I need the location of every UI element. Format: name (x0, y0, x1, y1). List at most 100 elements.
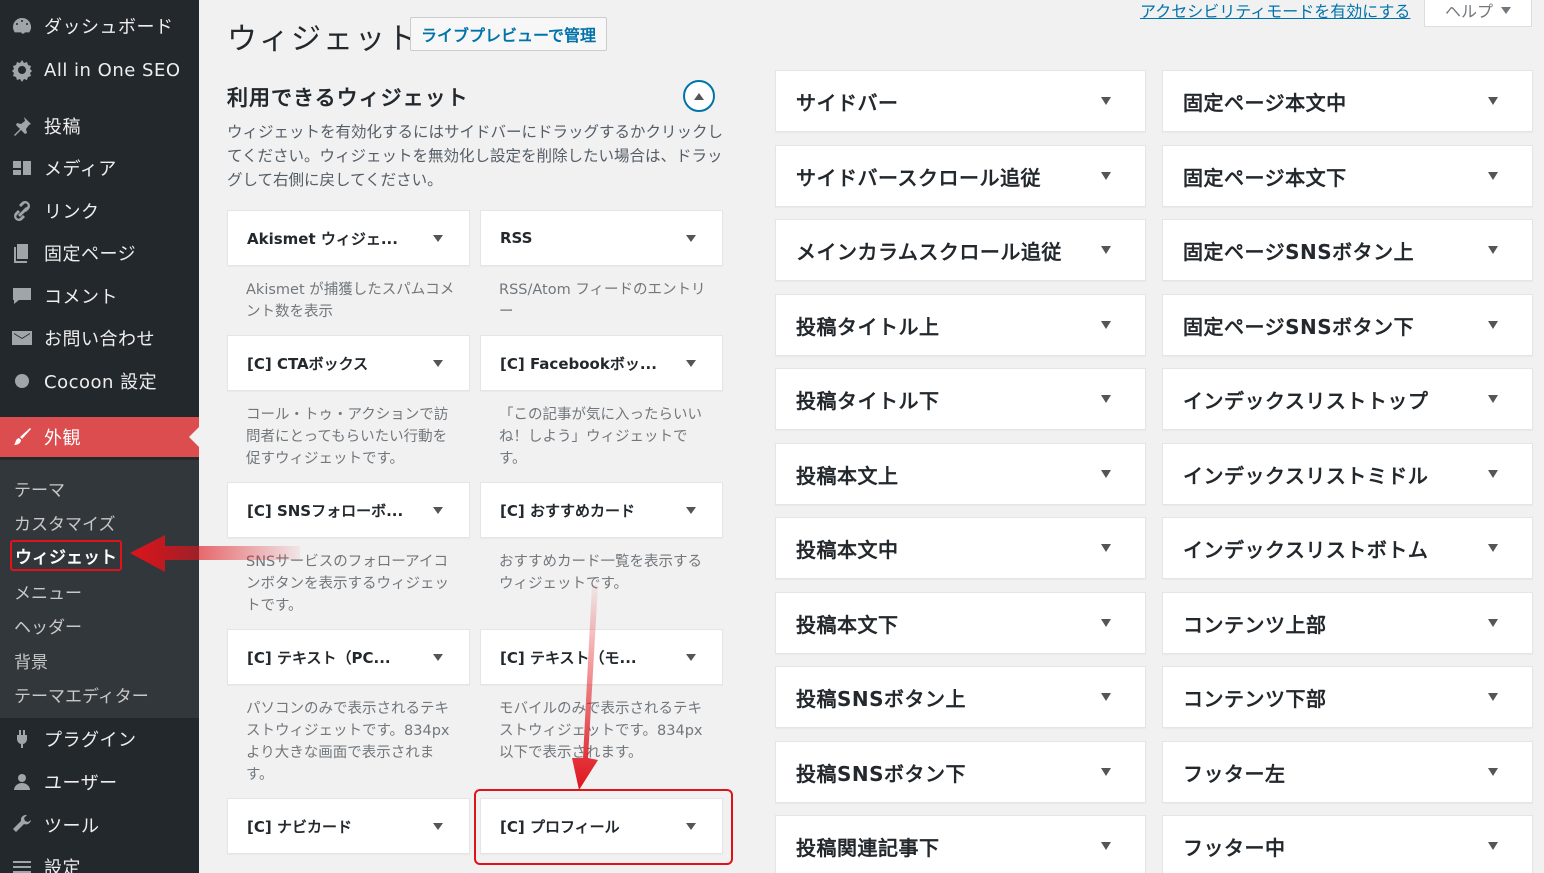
caret-down-icon (686, 506, 696, 514)
live-preview-button[interactable]: ライブプレビューで管理 (410, 17, 608, 51)
area-title: 投稿SNSボタン下 (796, 761, 967, 786)
widget-description: Akismet が捕獲したスパムコメント数を表示 (246, 282, 455, 320)
area-sidebar-scroll[interactable]: サイドバースクロール追従 (775, 145, 1146, 207)
area-post-sns-top[interactable]: 投稿SNSボタン上 (775, 666, 1146, 728)
brush-icon (0, 425, 44, 449)
widget-facebook-box[interactable]: [C] Facebookボッ... (480, 335, 723, 391)
widget-akismet[interactable]: Akismet ウィジェ... (227, 210, 470, 266)
caret-down-icon (1101, 321, 1111, 329)
area-index-list-top[interactable]: インデックスリストトップ (1162, 368, 1533, 430)
submenu-customize[interactable]: カスタマイズ (14, 510, 116, 535)
menu-label: メディア (44, 159, 117, 180)
menu-plugins[interactable]: プラグイン (0, 719, 199, 759)
area-title: 投稿関連記事下 (796, 835, 940, 860)
widget-description: おすすめカード一覧を表示するウィジェットです。 (499, 554, 702, 592)
area-index-list-bottom[interactable]: インデックスリストボトム (1162, 517, 1533, 579)
area-page-body-middle[interactable]: 固定ページ本文中 (1162, 70, 1533, 132)
area-index-list-middle[interactable]: インデックスリストミドル (1162, 443, 1533, 505)
user-icon (0, 770, 44, 794)
menu-label: All in One SEO (44, 59, 181, 81)
submenu-header[interactable]: ヘッダー (14, 613, 82, 638)
menu-comments[interactable]: コメント (0, 276, 199, 316)
menu-label: プラグイン (44, 730, 137, 751)
caret-down-icon (1101, 97, 1111, 105)
accessibility-mode-link[interactable]: アクセシビリティモードを有効にする (1140, 0, 1410, 22)
widget-text-pc[interactable]: [C] テキスト（PC... (227, 629, 470, 685)
available-widgets-title: 利用できるウィジェット (227, 86, 469, 110)
caret-down-icon (686, 653, 696, 661)
menu-tools[interactable]: ツール (0, 805, 199, 845)
widget-title: RSS (500, 229, 533, 247)
caret-down-icon (1488, 172, 1498, 180)
caret-down-icon (1101, 619, 1111, 627)
caret-down-icon (1488, 693, 1498, 701)
area-title: 固定ページSNSボタン下 (1183, 314, 1415, 339)
settings-icon (0, 855, 44, 873)
submenu-widgets[interactable]: ウィジェット (10, 540, 122, 571)
area-post-sns-bottom[interactable]: 投稿SNSボタン下 (775, 741, 1146, 803)
menu-cocoon-settings[interactable]: Cocoon 設定 (0, 361, 199, 401)
area-sidebar[interactable]: サイドバー (775, 70, 1146, 132)
area-post-title-top[interactable]: 投稿タイトル上 (775, 294, 1146, 356)
menu-pages[interactable]: 固定ページ (0, 233, 199, 273)
menu-links[interactable]: リンク (0, 191, 199, 231)
menu-dashboard[interactable]: ダッシュボード (0, 6, 199, 46)
media-icon (0, 156, 44, 180)
widget-rss[interactable]: RSS (480, 210, 723, 266)
chevron-up-icon (694, 92, 704, 100)
page-icon (0, 241, 44, 265)
area-content-top[interactable]: コンテンツ上部 (1162, 592, 1533, 654)
menu-media[interactable]: メディア (0, 148, 199, 188)
widget-cta-box[interactable]: [C] CTAボックス (227, 335, 470, 391)
collapse-toggle-button[interactable] (683, 80, 715, 112)
widget-description: パソコンのみで表示されるテキストウィジェットです。834pxより大きな画面で表示… (246, 701, 450, 783)
widget-description: SNSサービスのフォローアイコンボタンを表示するウィジェットです。 (246, 554, 449, 614)
menu-posts[interactable]: 投稿 (0, 106, 199, 146)
area-post-body-middle[interactable]: 投稿本文中 (775, 517, 1146, 579)
submenu-theme-editor[interactable]: テーマエディター (14, 682, 149, 707)
plugin-icon (0, 727, 44, 751)
area-title: インデックスリストボトム (1183, 537, 1429, 562)
wrench-icon (0, 813, 44, 837)
area-main-scroll[interactable]: メインカラムスクロール追従 (775, 219, 1146, 281)
area-title: 投稿本文上 (796, 463, 899, 488)
submenu-menus[interactable]: メニュー (14, 579, 82, 604)
widget-text-mobile[interactable]: [C] テキスト（モ... (480, 629, 723, 685)
widget-recommended-card[interactable]: [C] おすすめカード (480, 482, 723, 538)
widget-description: RSS/Atom フィードのエントリー (499, 282, 706, 320)
submenu-background[interactable]: 背景 (14, 648, 48, 673)
area-title: 投稿タイトル上 (796, 314, 940, 339)
area-page-sns-bottom[interactable]: 固定ページSNSボタン下 (1162, 294, 1533, 356)
submenu-themes[interactable]: テーマ (14, 476, 65, 501)
area-post-body-bottom[interactable]: 投稿本文下 (775, 592, 1146, 654)
help-tab[interactable]: ヘルプ (1424, 0, 1532, 27)
area-page-body-bottom[interactable]: 固定ページ本文下 (1162, 145, 1533, 207)
area-page-sns-top[interactable]: 固定ページSNSボタン上 (1162, 219, 1533, 281)
area-title: サイドバースクロール追従 (796, 165, 1041, 190)
area-content-bottom[interactable]: コンテンツ下部 (1162, 666, 1533, 728)
menu-users[interactable]: ユーザー (0, 762, 199, 802)
menu-contact[interactable]: お問い合わせ (0, 318, 199, 358)
menu-aioseo[interactable]: All in One SEO (0, 50, 199, 90)
appearance-submenu: テーマ カスタマイズ ウィジェット メニュー ヘッダー 背景 テーマエディター (0, 460, 199, 718)
area-footer-center[interactable]: フッター中 (1162, 815, 1533, 873)
area-title: メインカラムスクロール追従 (796, 239, 1062, 264)
area-post-title-bottom[interactable]: 投稿タイトル下 (775, 368, 1146, 430)
area-post-related-bottom[interactable]: 投稿関連記事下 (775, 815, 1146, 873)
caret-down-icon (686, 234, 696, 242)
area-footer-left[interactable]: フッター左 (1162, 741, 1533, 803)
caret-down-icon (1488, 97, 1498, 105)
caret-down-icon (433, 359, 443, 367)
menu-appearance[interactable]: 外観 (0, 417, 199, 457)
menu-label: 設定 (44, 858, 81, 873)
widget-sns-follow[interactable]: [C] SNSフォローボ... (227, 482, 470, 538)
help-label: ヘルプ (1444, 2, 1493, 21)
widget-title: [C] CTAボックス (247, 354, 369, 373)
widget-navi-card[interactable]: [C] ナビカード (227, 798, 470, 854)
caret-down-icon (1488, 246, 1498, 254)
caret-down-icon (686, 359, 696, 367)
menu-settings[interactable]: 設定 (0, 847, 199, 873)
menu-label: コメント (44, 287, 118, 308)
area-post-body-top[interactable]: 投稿本文上 (775, 443, 1146, 505)
caret-down-icon (433, 506, 443, 514)
